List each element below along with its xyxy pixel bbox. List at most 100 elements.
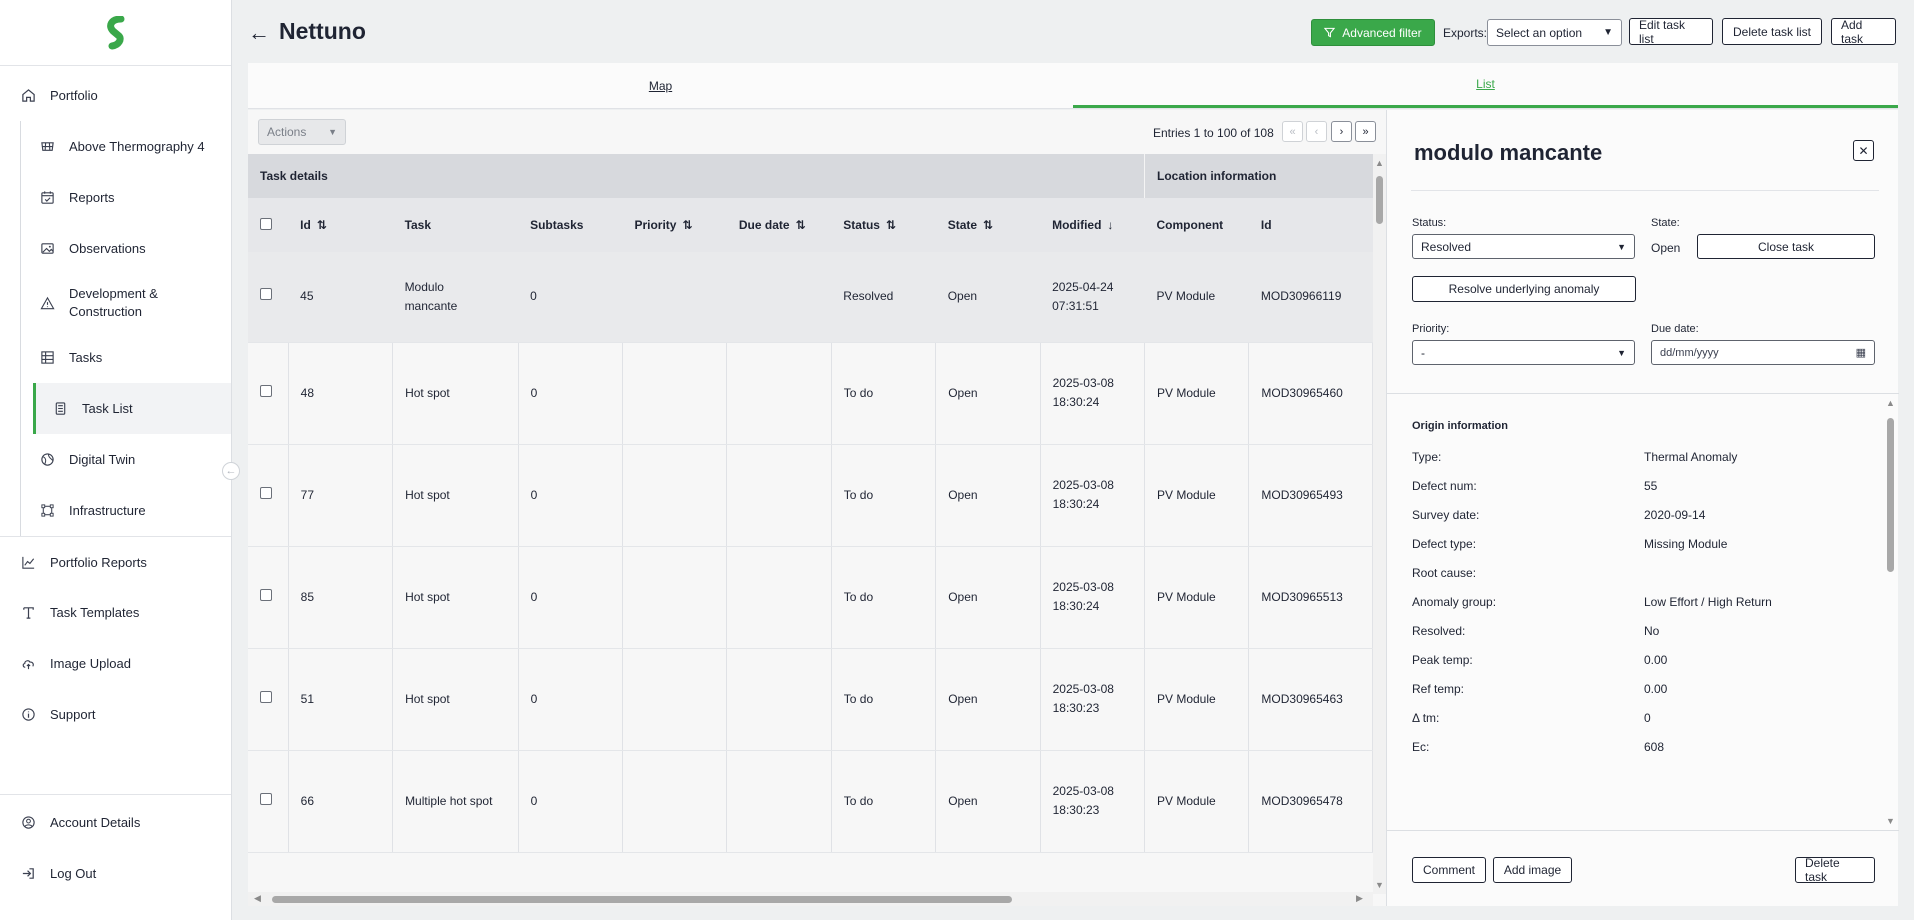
scroll-right-icon[interactable]: ▶ <box>1356 893 1363 904</box>
actions-select-value: Actions <box>267 125 307 139</box>
group-header-location-information: Location information <box>1144 154 1373 198</box>
sidebar-item-observations[interactable]: Observations <box>21 223 231 274</box>
sidebar-item-reports[interactable]: Reports <box>21 172 231 223</box>
cell-modified: 2025-03-08 18:30:24 <box>1040 444 1146 547</box>
sidebar-item-support[interactable]: Support <box>0 689 231 740</box>
resolve-anomaly-button[interactable]: Resolve underlying anomaly <box>1412 276 1636 302</box>
actions-select[interactable]: Actions ▼ <box>258 119 346 145</box>
scrollbar-thumb[interactable] <box>1376 176 1383 224</box>
sidebar-item-account-details[interactable]: Account Details <box>0 797 231 848</box>
comment-button[interactable]: Comment <box>1412 857 1486 883</box>
sidebar-item-task-templates[interactable]: Task Templates <box>0 587 231 638</box>
table-row[interactable]: 45 Modulo mancante 0 Resolved Open 2025-04-24… <box>248 252 1373 343</box>
delete-task-button[interactable]: Delete task <box>1795 856 1875 884</box>
app-logo[interactable] <box>0 0 231 66</box>
table-vertical-scrollbar[interactable]: ▲ ▼ <box>1373 154 1386 894</box>
sort-icon[interactable]: ⇅ <box>983 218 993 232</box>
tab-list[interactable]: List <box>1073 63 1898 108</box>
cell-subtasks: 0 <box>518 648 623 751</box>
scroll-up-icon[interactable]: ▲ <box>1375 158 1384 168</box>
priority-select[interactable]: - ▼ <box>1412 340 1635 365</box>
edit-task-list-button[interactable]: Edit task list <box>1629 18 1713 46</box>
column-header-priority[interactable]: Priority ⇅ <box>622 198 727 252</box>
sidebar-item-image-upload[interactable]: Image Upload <box>0 638 231 689</box>
warning-triangle-icon <box>39 295 55 311</box>
cell-component: PV Module <box>1144 648 1250 751</box>
sort-icon[interactable]: ⇅ <box>317 218 327 232</box>
table-row[interactable]: 66 Multiple hot spot 0 To do Open 2025-03-08 1… <box>248 750 1373 853</box>
table-horizontal-scrollbar[interactable]: ◀ ▶ <box>248 892 1373 906</box>
row-checkbox[interactable] <box>260 288 272 301</box>
chart-line-icon <box>20 554 36 570</box>
column-header-id[interactable]: Id ⇅ <box>288 198 393 252</box>
table-icon <box>39 350 55 366</box>
sidebar-item-development-construction[interactable]: Development & Construction <box>21 274 231 332</box>
cell-priority <box>622 648 728 751</box>
add-image-button[interactable]: Add image <box>1493 857 1572 883</box>
calendar-icon[interactable]: ▦ <box>1856 346 1866 359</box>
sidebar-item-portfolio-reports[interactable]: Portfolio Reports <box>0 536 231 587</box>
origin-information-title: Origin information <box>1412 420 1508 432</box>
status-select[interactable]: Resolved ▼ <box>1412 234 1635 259</box>
origin-info-key: Resolved: <box>1412 624 1466 638</box>
sidebar-item-label: Development & Construction <box>69 286 158 319</box>
sort-desc-icon[interactable]: ↓ <box>1107 218 1113 232</box>
close-task-button[interactable]: Close task <box>1697 234 1875 259</box>
task-table: Task details Location information Id ⇅ Ta… <box>248 154 1373 853</box>
row-checkbox[interactable] <box>260 486 272 499</box>
first-page-button[interactable]: « <box>1282 121 1303 142</box>
scroll-up-icon[interactable]: ▲ <box>1886 398 1895 408</box>
origin-scrollbar[interactable]: ▲ ▼ <box>1884 394 1897 829</box>
cell-task: Modulo mancante <box>392 252 519 343</box>
last-page-button[interactable]: » <box>1355 121 1376 142</box>
prev-page-button[interactable]: ‹ <box>1306 121 1327 142</box>
row-checkbox[interactable] <box>260 384 272 397</box>
table-row[interactable]: 51 Hot spot 0 To do Open 2025-03-08 18:30:23 PV… <box>248 648 1373 751</box>
table-row[interactable]: 48 Hot spot 0 To do Open 2025-03-08 18:30:24 PV… <box>248 342 1373 445</box>
sort-icon[interactable]: ⇅ <box>886 218 896 232</box>
column-header-status[interactable]: Status ⇅ <box>831 198 936 252</box>
scrollbar-thumb[interactable] <box>272 896 1012 903</box>
scroll-left-icon[interactable]: ◀ <box>254 893 261 904</box>
column-header-due-date[interactable]: Due date ⇅ <box>726 198 832 252</box>
column-header-state[interactable]: State ⇅ <box>935 198 1041 252</box>
sidebar-item-portfolio[interactable]: Portfolio <box>0 70 231 121</box>
origin-info-value: Thermal Anomaly <box>1644 450 1738 464</box>
sort-icon[interactable]: ⇅ <box>682 218 692 232</box>
tab-map[interactable]: Map <box>248 63 1073 108</box>
sidebar-item-digital-twin[interactable]: Digital Twin <box>21 434 231 485</box>
column-header-modified[interactable]: Modified ↓ <box>1040 198 1145 252</box>
exports-select[interactable]: Select an option ▼ <box>1487 19 1622 46</box>
origin-info-key: Ec: <box>1412 740 1430 754</box>
sidebar-bottom: Account Details Log Out <box>0 794 231 899</box>
sort-icon[interactable]: ⇅ <box>796 218 806 232</box>
back-arrow-icon[interactable]: ← <box>248 20 270 46</box>
next-page-button[interactable]: › <box>1331 121 1352 142</box>
cell-status: To do <box>831 750 937 853</box>
sidebar-item-log-out[interactable]: Log Out <box>0 848 231 899</box>
sidebar-item-above-thermography[interactable]: Above Thermography 4 <box>21 121 231 172</box>
sidebar-collapse-button[interactable]: ← <box>222 462 240 480</box>
priority-label: Priority: <box>1412 323 1450 335</box>
advanced-filter-button[interactable]: Advanced filter <box>1311 19 1435 46</box>
close-panel-button[interactable]: ✕ <box>1853 140 1874 161</box>
due-date-input[interactable]: dd/mm/yyyy ▦ <box>1651 340 1875 365</box>
select-all-checkbox[interactable] <box>260 217 272 230</box>
advanced-filter-label: Advanced filter <box>1342 25 1422 40</box>
row-checkbox[interactable] <box>260 588 272 601</box>
sidebar-item-tasks[interactable]: Tasks <box>21 332 231 383</box>
sidebar: Portfolio Above Thermography 4 Reports O… <box>0 0 232 920</box>
table-row[interactable]: 85 Hot spot 0 To do Open 2025-03-08 18:30:24 PV… <box>248 546 1373 649</box>
row-checkbox[interactable] <box>260 690 272 703</box>
scroll-down-icon[interactable]: ▼ <box>1375 880 1384 890</box>
table-row[interactable]: 77 Hot spot 0 To do Open 2025-03-08 18:30:24 PV… <box>248 444 1373 547</box>
add-task-button[interactable]: Add task <box>1831 18 1896 46</box>
row-checkbox[interactable] <box>260 792 272 805</box>
scrollbar-thumb[interactable] <box>1887 418 1894 572</box>
sidebar-item-task-list[interactable]: Task List <box>33 383 231 434</box>
origin-info-key: Defect type: <box>1412 537 1477 551</box>
delete-task-list-button[interactable]: Delete task list <box>1722 18 1822 45</box>
sidebar-item-label: Task Templates <box>50 605 140 620</box>
sidebar-item-infrastructure[interactable]: Infrastructure <box>21 485 231 536</box>
scroll-down-icon[interactable]: ▼ <box>1886 816 1895 826</box>
